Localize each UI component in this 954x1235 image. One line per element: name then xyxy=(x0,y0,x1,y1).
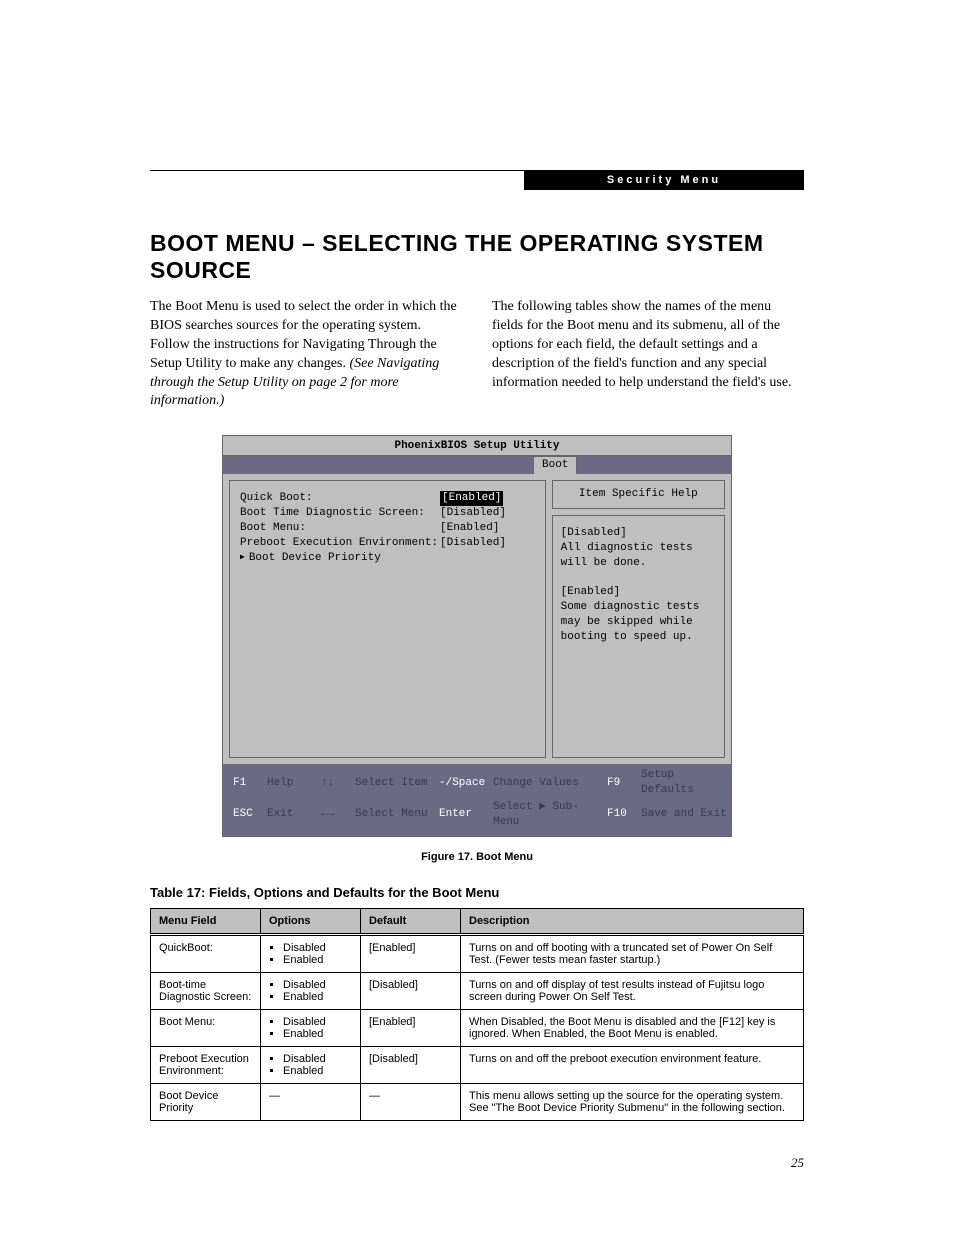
th-description: Description xyxy=(461,908,804,934)
th-options: Options xyxy=(261,908,361,934)
section-header: Security Menu xyxy=(524,170,804,190)
cell-default: — xyxy=(361,1083,461,1120)
bios-row-value: [Disabled] xyxy=(440,506,506,521)
hotkey-f9: F9 xyxy=(607,776,637,791)
option-item: Enabled xyxy=(283,991,352,1003)
hotkey-f1: F1 xyxy=(233,776,263,791)
table-row: QuickBoot:DisabledEnabled[Enabled]Turns … xyxy=(151,934,804,972)
table-caption: Table 17: Fields, Options and Defaults f… xyxy=(150,885,804,900)
option-item: Enabled xyxy=(283,1028,352,1040)
bios-row-label: Boot Menu: xyxy=(240,521,440,536)
page-number: 25 xyxy=(150,1155,804,1171)
cell-options: DisabledEnabled xyxy=(261,972,361,1009)
bios-row-label: Boot Time Diagnostic Screen: xyxy=(240,506,440,521)
cell-description: Turns on and off display of test results… xyxy=(461,972,804,1009)
table-row: Boot Menu:DisabledEnabled[Enabled]When D… xyxy=(151,1009,804,1046)
hotkey-enter: Enter xyxy=(439,807,489,822)
hotkey-leftright-label: Select Menu xyxy=(355,807,435,822)
hotkey-updown: ↑↓ xyxy=(321,776,351,791)
hotkey-f9-label: Setup Defaults xyxy=(641,768,731,798)
cell-options: DisabledEnabled xyxy=(261,1046,361,1083)
cell-default: [Enabled] xyxy=(361,1009,461,1046)
intro-left: The Boot Menu is used to select the orde… xyxy=(150,298,462,411)
bios-row-value: [Enabled] xyxy=(440,521,499,536)
bios-submenu-label: Boot Device Priority xyxy=(249,551,381,566)
hotkey-enter-label: Select ▶ Sub-Menu xyxy=(493,800,603,830)
bios-menu-row: Boot xyxy=(222,456,732,474)
bios-help-enabled-head: [Enabled] xyxy=(561,585,716,600)
cell-menu-field: Boot Menu: xyxy=(151,1009,261,1046)
cell-options: — xyxy=(261,1083,361,1120)
hotkey-minus-label: Change Values xyxy=(493,776,603,791)
page-title: BOOT MENU – SELECTING THE OPERATING SYST… xyxy=(150,230,804,284)
cell-options: DisabledEnabled xyxy=(261,934,361,972)
bios-help-disabled-head: [Disabled] xyxy=(561,526,716,541)
cell-default: [Enabled] xyxy=(361,934,461,972)
intro-right: The following tables show the names of t… xyxy=(492,298,804,411)
bios-row-value-selected: [Enabled] xyxy=(440,491,503,506)
bios-title: PhoenixBIOS Setup Utility xyxy=(222,435,732,456)
figure-caption: Figure 17. Boot Menu xyxy=(150,851,804,863)
hotkey-f10-label: Save and Exit xyxy=(641,807,731,822)
hotkey-leftright: ←→ xyxy=(321,807,351,822)
hotkey-minus: -/Space xyxy=(439,776,489,791)
option-item: Enabled xyxy=(283,1065,352,1077)
cell-description: Turns on and off booting with a truncate… xyxy=(461,934,804,972)
bios-help-title: Item Specific Help xyxy=(552,480,725,509)
bios-row-value: [Disabled] xyxy=(440,536,506,551)
option-item: Disabled xyxy=(283,1016,352,1028)
option-item: Disabled xyxy=(283,942,352,954)
table-row: Preboot Execution Environment:DisabledEn… xyxy=(151,1046,804,1083)
intro-columns: The Boot Menu is used to select the orde… xyxy=(150,298,804,411)
bios-help-disabled-text: All diagnostic tests will be done. xyxy=(561,541,716,571)
cell-default: [Disabled] xyxy=(361,972,461,1009)
submenu-arrow-icon xyxy=(240,551,249,566)
hotkey-esc-label: Exit xyxy=(267,807,317,822)
cell-description: This menu allows setting up the source f… xyxy=(461,1083,804,1120)
option-item: Enabled xyxy=(283,954,352,966)
cell-menu-field: Boot Device Priority xyxy=(151,1083,261,1120)
cell-menu-field: Preboot Execution Environment: xyxy=(151,1046,261,1083)
th-default: Default xyxy=(361,908,461,934)
option-item: Disabled xyxy=(283,979,352,991)
hotkey-esc: ESC xyxy=(233,807,263,822)
cell-description: When Disabled, the Boot Menu is disabled… xyxy=(461,1009,804,1046)
bios-help-body: [Disabled] All diagnostic tests will be … xyxy=(552,515,725,758)
cell-menu-field: Boot-time Diagnostic Screen: xyxy=(151,972,261,1009)
table-row: Boot Device Priority——This menu allows s… xyxy=(151,1083,804,1120)
cell-default: [Disabled] xyxy=(361,1046,461,1083)
bios-row-label: Quick Boot: xyxy=(240,491,440,506)
bios-row-label: Preboot Execution Environment: xyxy=(240,536,440,551)
table-row: Boot-time Diagnostic Screen:DisabledEnab… xyxy=(151,972,804,1009)
cell-menu-field: QuickBoot: xyxy=(151,934,261,972)
th-menu-field: Menu Field xyxy=(151,908,261,934)
hotkey-f10: F10 xyxy=(607,807,637,822)
cell-options: DisabledEnabled xyxy=(261,1009,361,1046)
bios-tab-boot: Boot xyxy=(533,456,577,474)
cell-description: Turns on and off the preboot execution e… xyxy=(461,1046,804,1083)
option-item: Disabled xyxy=(283,1053,352,1065)
bios-screenshot: PhoenixBIOS Setup Utility Boot Quick Boo… xyxy=(222,435,732,836)
fields-table: Menu Field Options Default Description Q… xyxy=(150,908,804,1121)
hotkey-updown-label: Select Item xyxy=(355,776,435,791)
bios-footer: F1 Help ↑↓ Select Item -/Space Change Va… xyxy=(222,764,732,836)
bios-left-pane: Quick Boot: [Enabled] Boot Time Diagnost… xyxy=(229,480,546,758)
hotkey-f1-label: Help xyxy=(267,776,317,791)
bios-help-enabled-text: Some diagnostic tests may be skipped whi… xyxy=(561,600,716,645)
